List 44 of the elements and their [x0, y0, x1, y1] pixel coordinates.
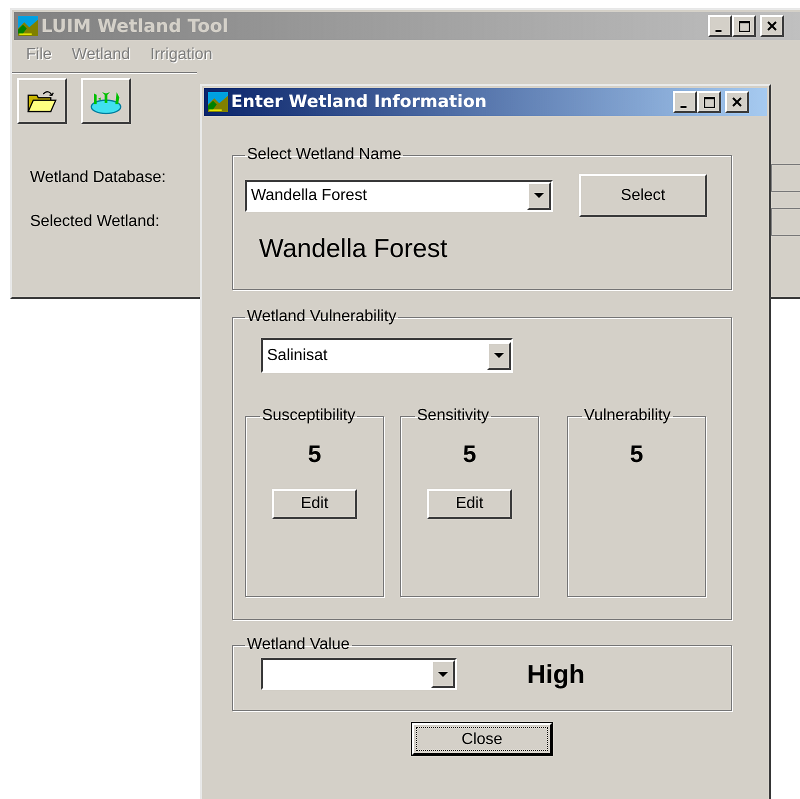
edit-button[interactable]: Edit	[272, 489, 357, 519]
maximize-button[interactable]	[697, 91, 721, 113]
field-label: Selected Wetland:	[30, 213, 160, 231]
landscape-icon	[208, 92, 228, 112]
close-button[interactable]	[760, 15, 784, 37]
caret-icon	[494, 353, 504, 358]
minimize-button[interactable]	[708, 15, 732, 37]
text-field[interactable]	[771, 164, 800, 192]
minimize-icon	[680, 106, 687, 108]
close-button[interactable]	[725, 91, 749, 113]
edit-button[interactable]: Edit	[427, 489, 512, 519]
group-label: Susceptibility	[261, 407, 356, 425]
caret-icon	[534, 193, 544, 198]
open-button[interactable]	[17, 78, 67, 124]
caret-icon	[438, 672, 448, 676]
dropdown[interactable]: Wandella Forest	[245, 180, 553, 212]
score-value: 5	[462, 441, 476, 469]
maximize-button[interactable]	[732, 15, 756, 37]
select-button[interactable]: Select	[579, 174, 707, 217]
score-value: 5	[308, 441, 322, 469]
score-value: 5	[630, 441, 644, 469]
field-label: Wetland Database:	[30, 169, 166, 187]
maximize-icon	[704, 96, 714, 108]
close-icon	[767, 21, 777, 31]
group-label: Wetland Value	[246, 636, 351, 654]
selected-wetland-name: Wandella Forest	[259, 233, 448, 264]
landscape-icon	[18, 16, 38, 36]
window-title: Enter Wetland Information	[231, 92, 488, 112]
group-label: Select Wetland Name	[246, 146, 402, 164]
minimize-icon	[715, 30, 722, 32]
wetland-value-result: High	[527, 658, 585, 690]
folder-icon	[27, 88, 57, 114]
wetland-button[interactable]	[81, 78, 131, 124]
group-label: Wetland Vulnerability	[246, 308, 398, 326]
close-icon	[732, 97, 742, 107]
window-title: LUIM Wetland Tool	[41, 16, 230, 36]
group-label: Sensitivity	[416, 407, 490, 425]
text-field[interactable]	[771, 208, 800, 236]
maximize-icon	[738, 20, 750, 32]
dropdown[interactable]	[261, 658, 457, 690]
dropdown[interactable]: Salinisat	[261, 338, 513, 373]
close-button[interactable]: Close	[412, 723, 552, 755]
minimize-button[interactable]	[673, 91, 697, 113]
group-label: Vulnerability	[583, 407, 672, 425]
